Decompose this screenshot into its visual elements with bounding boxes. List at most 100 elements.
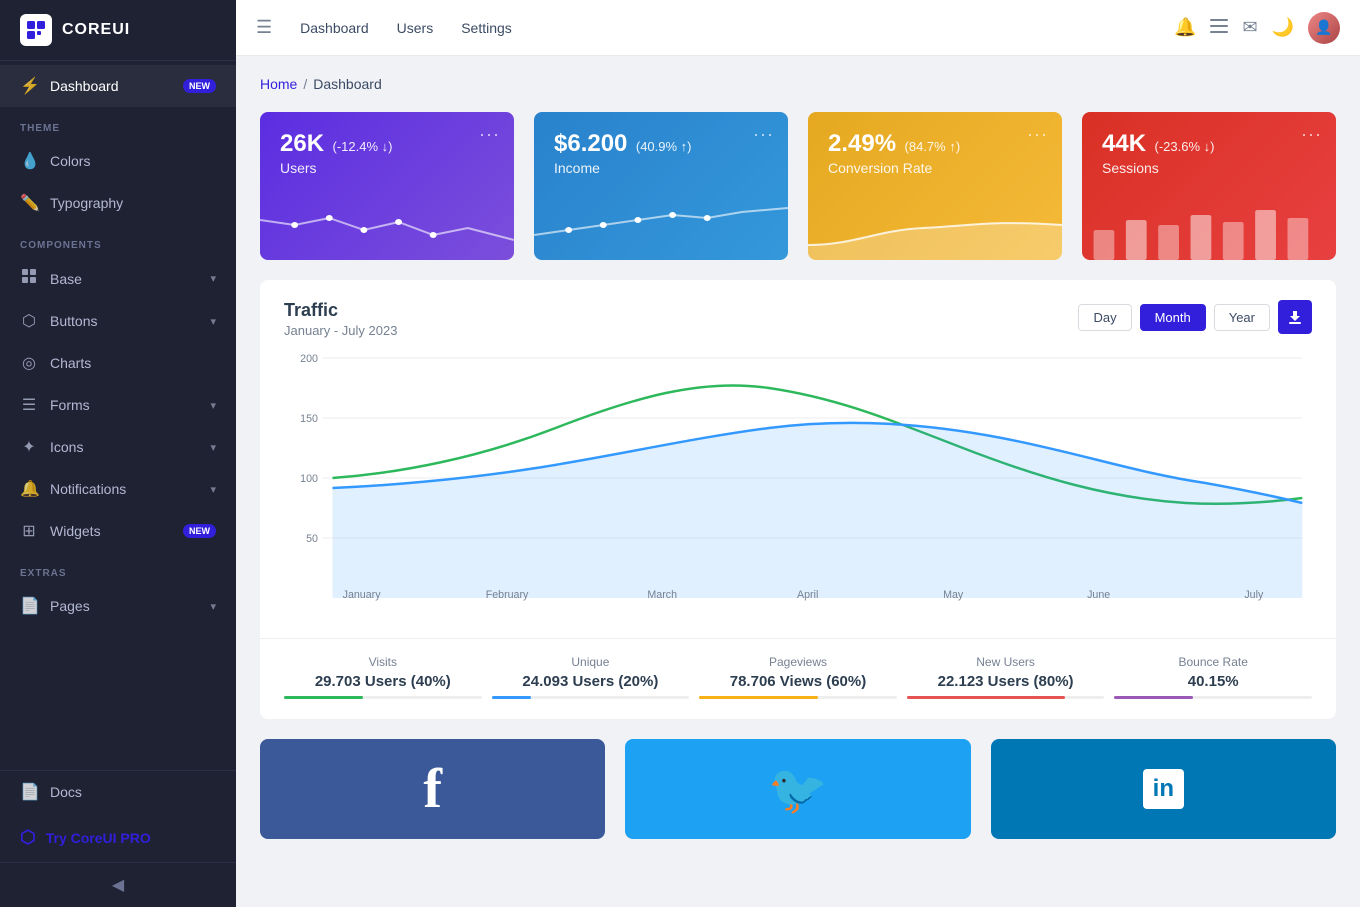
stat-pageviews-value: 78.706 Views (60%) [699,673,897,690]
stat-value: 26K [280,130,324,157]
pages-icon: 📄 [20,596,38,616]
avatar[interactable]: 👤 [1308,12,1340,44]
stat-visits-value: 29.703 Users (40%) [284,673,482,690]
sidebar-item-label: Pages [50,598,90,614]
chevron-icon: ▾ [210,272,216,285]
notification-bell-icon[interactable]: 🔔 [1174,17,1196,38]
content-area: Home / Dashboard ··· 26K (-12.4% ↓) User… [236,56,1360,907]
stat-more-button[interactable]: ··· [753,124,774,145]
try-pro-label: Try CoreUI PRO [46,830,151,846]
social-card-linkedin[interactable]: in [991,739,1336,839]
svg-text:June: June [1087,589,1110,601]
nav-users[interactable]: Users [385,14,446,42]
colors-icon: 💧 [20,151,38,171]
stat-unique-bar [492,696,690,699]
twitter-icon: 🐦 [768,761,828,818]
period-year-button[interactable]: Year [1214,304,1270,331]
chart-area: 200 150 100 50 January February March Ap… [260,338,1336,638]
stat-label: Users [280,160,494,176]
stat-bounce: Bounce Rate 40.15% [1114,655,1312,699]
try-pro-button[interactable]: ⬡ Try CoreUI PRO [0,813,236,862]
sidebar-item-label: Charts [50,355,91,371]
notifications-icon: 🔔 [20,479,38,499]
traffic-title: Traffic [284,300,397,321]
dark-mode-icon[interactable]: 🌙 [1272,17,1294,38]
stat-chart-conversion [808,200,1062,260]
header-icons: 🔔 ✉ 🌙 👤 [1174,12,1340,44]
breadcrumb-home[interactable]: Home [260,76,297,92]
sidebar-item-notifications[interactable]: 🔔 Notifications ▾ [0,468,236,510]
charts-icon: ◎ [20,353,38,373]
chevron-icon: ▾ [210,399,216,412]
docs-icon: 📄 [20,782,38,802]
stat-more-button[interactable]: ··· [1027,124,1048,145]
base-icon [20,268,38,289]
sidebar-item-label: Colors [50,153,90,169]
stats-grid: ··· 26K (-12.4% ↓) Users [260,112,1336,260]
stat-card-conversion: ··· 2.49% (84.7% ↑) Conversion Rate [808,112,1062,260]
social-card-facebook[interactable]: f [260,739,605,839]
stat-visits-label: Visits [284,655,482,669]
stat-more-button[interactable]: ··· [1301,124,1322,145]
stat-pageviews: Pageviews 78.706 Views (60%) [699,655,897,699]
sidebar-item-buttons[interactable]: ⬡ Buttons ▾ [0,300,236,342]
svg-text:January: January [343,589,382,601]
traffic-controls: Day Month Year [1078,300,1312,334]
logo-text: COREUI [62,21,130,39]
chevron-icon: ▾ [210,441,216,454]
svg-text:200: 200 [300,353,318,365]
sidebar-item-typography[interactable]: ✏️ Typography [0,182,236,224]
stat-change: (-12.4% ↓) [332,139,392,154]
sidebar-item-forms[interactable]: ☰ Forms ▾ [0,384,236,426]
mail-icon[interactable]: ✉ [1242,17,1257,38]
stat-bounce-label: Bounce Rate [1114,655,1312,669]
period-day-button[interactable]: Day [1078,304,1131,331]
menu-toggle-button[interactable]: ☰ [256,17,272,38]
stat-unique-fill [492,696,532,699]
stat-pageviews-fill [699,696,818,699]
sidebar-item-widgets[interactable]: ⊞ Widgets NEW [0,510,236,552]
sidebar-item-docs[interactable]: 📄 Docs [0,771,236,813]
sidebar-logo[interactable]: COREUI [0,0,236,61]
header: ☰ Dashboard Users Settings 🔔 ✉ 🌙 👤 [236,0,1360,56]
stat-chart-users [260,200,514,260]
stat-change: (40.9% ↑) [636,139,692,154]
stat-value: 2.49% [828,130,896,157]
stat-bounce-value: 40.15% [1114,673,1312,690]
stat-value: $6.200 [554,130,627,157]
svg-text:March: March [647,589,677,601]
linkedin-icon: in [1143,769,1184,809]
stat-label: Income [554,160,768,176]
stat-unique-label: Unique [492,655,690,669]
stat-newusers: New Users 22.123 Users (80%) [907,655,1105,699]
download-button[interactable] [1278,300,1312,334]
list-icon[interactable] [1210,17,1228,38]
stat-chart-sessions [1082,200,1336,260]
stat-visits: Visits 29.703 Users (40%) [284,655,482,699]
social-card-twitter[interactable]: 🐦 [625,739,970,839]
svg-text:April: April [797,589,818,601]
stat-bounce-fill [1114,696,1193,699]
sidebar-item-icons[interactable]: ✦ Icons ▾ [0,426,236,468]
sidebar-item-label: Dashboard [50,78,119,94]
stat-visits-bar [284,696,482,699]
sidebar-item-charts[interactable]: ◎ Charts [0,342,236,384]
period-month-button[interactable]: Month [1140,304,1206,331]
sidebar-item-dashboard[interactable]: ⚡ Dashboard NEW [0,65,236,107]
stat-card-users: ··· 26K (-12.4% ↓) Users [260,112,514,260]
widgets-icon: ⊞ [20,521,38,541]
nav-settings[interactable]: Settings [449,14,524,42]
nav-dashboard[interactable]: Dashboard [288,14,381,42]
sidebar-item-label: Buttons [50,313,97,329]
stat-more-button[interactable]: ··· [479,124,500,145]
extras-section-label: EXTRAS [0,552,236,585]
theme-section-label: THEME [0,107,236,140]
sidebar-item-pages[interactable]: 📄 Pages ▾ [0,585,236,627]
collapse-sidebar-button[interactable]: ◀ [0,862,236,907]
chevron-icon: ▾ [210,600,216,613]
components-section-label: COMPONENTS [0,224,236,257]
sidebar-item-colors[interactable]: 💧 Colors [0,140,236,182]
stat-newusers-label: New Users [907,655,1105,669]
sidebar-item-base[interactable]: Base ▾ [0,257,236,300]
svg-text:150: 150 [300,413,318,425]
